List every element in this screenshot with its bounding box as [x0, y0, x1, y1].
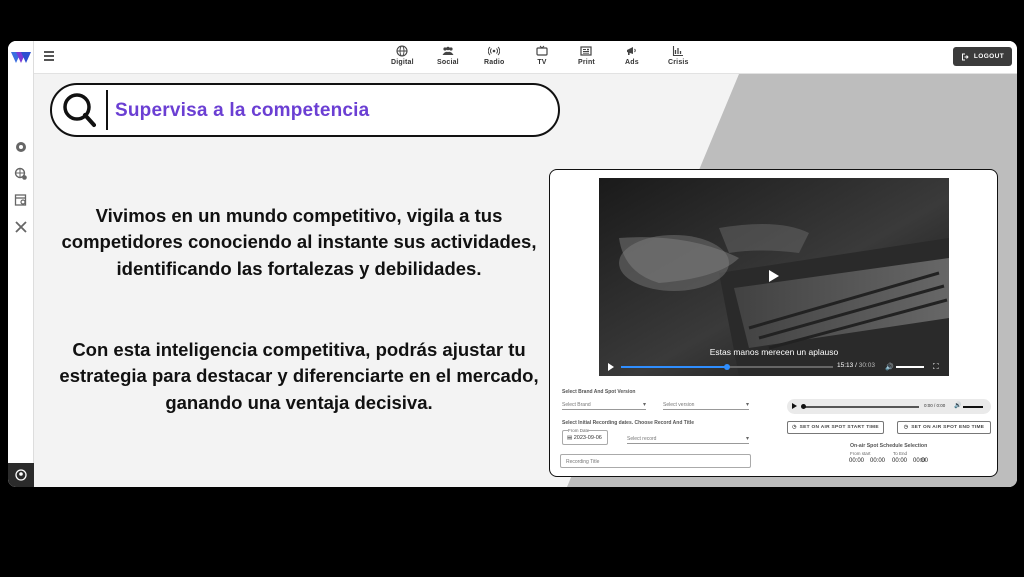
clock-icon: ◷ [792, 425, 797, 430]
from-date-value: 2023-09-06 [573, 435, 602, 441]
set-end-time-button[interactable]: ◷ SET ON AIR SPOT END TIME [897, 421, 991, 434]
left-rail [8, 41, 34, 487]
nav-label: Crisis [668, 59, 689, 66]
nav-label: TV [537, 59, 547, 66]
search-icon [63, 93, 96, 127]
video-subtitle: Estas manos merecen un aplauso [709, 347, 839, 357]
top-bar: Digital Social Radio TV Print Ads Crisis [34, 41, 1017, 74]
recording-title-input[interactable]: Recording Title [560, 454, 751, 468]
audio-seek-bar[interactable] [803, 406, 919, 408]
video-time: 15:13 / 30:03 [837, 362, 875, 369]
version-select[interactable]: Select version [663, 398, 749, 410]
audio-seek-handle[interactable] [801, 404, 806, 409]
account-icon [15, 469, 27, 481]
divider [106, 90, 108, 130]
audio-player[interactable]: 0:00 / 0:00 🔊 [787, 399, 991, 414]
brand-select[interactable]: Select Brand [562, 398, 646, 410]
nav-print[interactable]: Print [578, 45, 595, 66]
seek-bar[interactable] [621, 364, 833, 370]
to-end-value[interactable]: 00:00 [892, 458, 907, 464]
people-icon [442, 46, 454, 55]
volume-slider[interactable] [896, 366, 924, 368]
calendar-search-icon[interactable] [14, 193, 28, 207]
seek-progress [621, 366, 727, 368]
app-logo[interactable] [11, 52, 31, 64]
benefit-paragraph: Con esta inteligencia competitiva, podrá… [59, 339, 539, 413]
seek-handle[interactable] [724, 364, 730, 370]
from-start-value-2[interactable]: 00:00 [870, 458, 885, 464]
logout-button[interactable]: LOGOUT [953, 47, 1012, 66]
newspaper-icon [580, 46, 593, 56]
to-end-label: To End [893, 451, 908, 456]
schedule-label: On-air Spot Schedule Selection [850, 443, 928, 449]
video-player[interactable]: Estas manos merecen un aplauso 15:13 / 3… [599, 178, 949, 376]
clock-icon: ◷ [903, 425, 909, 430]
set-start-time-button[interactable]: ◷ SET ON AIR SPOT START TIME [787, 421, 884, 434]
time-current: 15:13 [837, 362, 854, 369]
nav-label: Print [578, 59, 595, 66]
chart-icon [673, 46, 684, 57]
app-window: Digital Social Radio TV Print Ads Crisis [8, 41, 1017, 487]
set-start-label: SET ON AIR SPOT START TIME [799, 425, 879, 430]
nav-digital[interactable]: Digital [391, 45, 414, 66]
fullscreen-icon[interactable]: ⛶ [933, 362, 939, 372]
globe-icon [396, 45, 408, 57]
audio-play-icon[interactable] [792, 403, 797, 409]
set-end-label: SET ON AIR SPOT END TIME [911, 425, 985, 430]
nav-label: Social [437, 59, 459, 66]
record-select[interactable]: Select record [627, 432, 749, 444]
menu-icon[interactable] [44, 51, 54, 63]
logout-icon [961, 53, 969, 60]
from-date-label: From Date [568, 428, 590, 433]
nav-social[interactable]: Social [437, 45, 459, 66]
section-title-pill: Supervisa a la competencia [50, 83, 560, 137]
nav-radio[interactable]: Radio [484, 45, 504, 66]
app-preview: Estas manos merecen un aplauso 15:13 / 3… [549, 169, 998, 477]
clock-icon[interactable]: ⊙ [920, 456, 926, 464]
play-overlay-icon[interactable] [769, 270, 779, 282]
tools-icon[interactable] [14, 220, 28, 234]
logout-label: LOGOUT [973, 53, 1005, 60]
nav-label: Ads [625, 59, 639, 66]
audio-volume-slider[interactable] [963, 406, 983, 408]
recording-section-label: Select Initial Recording dates. Choose R… [562, 420, 694, 426]
play-icon[interactable] [608, 363, 614, 371]
intro-paragraph: Vivimos en un mundo competitivo, vigila … [61, 205, 537, 279]
from-start-value[interactable]: 00:00 [849, 458, 864, 464]
audio-time: 0:00 / 0:00 [924, 403, 946, 408]
nav-crisis[interactable]: Crisis [668, 45, 689, 66]
nav-ads[interactable]: Ads [625, 45, 639, 66]
megaphone-icon [626, 47, 636, 55]
video-controls: 15:13 / 30:03 🔊 ⛶ [599, 358, 949, 376]
nav-label: Digital [391, 59, 414, 66]
nav-label: Radio [484, 59, 505, 66]
nav-tv[interactable]: TV [536, 45, 548, 66]
radio-icon [488, 46, 501, 56]
globe-settings-icon[interactable] [14, 167, 28, 181]
from-start-label: From start [850, 451, 871, 456]
time-total: 30:03 [858, 362, 875, 369]
section-title: Supervisa a la competencia [115, 100, 370, 121]
tv-icon [536, 45, 548, 56]
record-icon[interactable] [14, 140, 28, 154]
brand-section-label: Select Brand And Spot Version [562, 389, 636, 395]
account-button[interactable] [8, 463, 34, 487]
audio-volume-icon[interactable]: 🔊 [954, 402, 961, 409]
volume-icon[interactable]: 🔊 [885, 363, 894, 371]
from-date-field[interactable]: From Date ▤ 2023-09-06 [562, 428, 608, 445]
